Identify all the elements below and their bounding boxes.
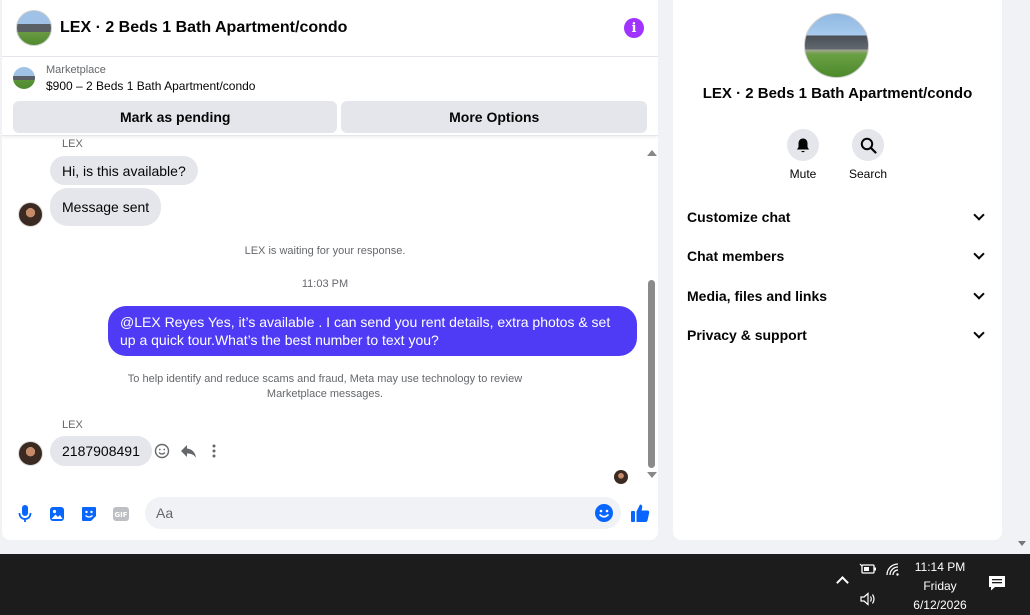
scroll-up-arrow[interactable] (647, 150, 657, 156)
mark-as-pending-button[interactable]: Mark as pending (13, 101, 338, 133)
more-icon[interactable] (205, 442, 223, 460)
customize-chat-row[interactable]: Customize chat (687, 205, 987, 229)
search-label: Search (848, 167, 888, 181)
message-bubble-outgoing[interactable]: @LEX Reyes Yes, it’s available . I can s… (108, 306, 637, 356)
message-bubble-incoming[interactable]: 2187908491 (50, 436, 152, 466)
chat-details-panel: LEX · 2 Beds 1 Bath Apartment/condo Mute… (673, 0, 1002, 540)
listing-actions: Mark as pending More Options (2, 99, 658, 136)
chevron-down-icon (973, 209, 985, 221)
message-timestamp: 11:03 PM (301, 278, 349, 290)
waiting-notice: LEX is waiting for your response. (244, 245, 406, 257)
sender-avatar[interactable] (18, 202, 43, 227)
message-input-wrapper (145, 497, 621, 529)
sticker-icon[interactable] (78, 503, 100, 525)
sender-avatar[interactable] (18, 441, 43, 466)
message-bubble-incoming[interactable]: Message sent (50, 188, 162, 226)
scam-notice-line-2: Marketplace messages. (266, 388, 384, 400)
battery-icon[interactable] (859, 562, 877, 576)
listing-summary[interactable]: Marketplace $900 – 2 Beds 1 Bath Apartme… (2, 57, 658, 99)
clock-date: 6/12/2026 (913, 598, 967, 612)
search-button[interactable]: Search (838, 129, 898, 181)
chat-title[interactable]: LEX · 2 Beds 1 Bath Apartment/condo (60, 19, 624, 37)
mute-button[interactable]: Mute (773, 129, 833, 181)
mute-label: Mute (789, 167, 817, 181)
message-tools (153, 442, 223, 460)
notification-center-icon[interactable] (988, 575, 1006, 591)
chevron-down-icon (973, 248, 985, 260)
react-emoji-icon[interactable] (153, 442, 171, 460)
svg-text:GIF: GIF (114, 511, 127, 519)
chat-header: LEX · 2 Beds 1 Bath Apartment/condo i (2, 0, 658, 57)
listing-label: Marketplace (46, 63, 106, 76)
photo-icon[interactable] (46, 503, 68, 525)
listing-avatar[interactable] (16, 10, 52, 46)
listing-photo[interactable] (804, 13, 869, 78)
privacy-support-row[interactable]: Privacy & support (687, 323, 987, 347)
media-files-links-row[interactable]: Media, files and links (687, 284, 987, 308)
chat-members-row[interactable]: Chat members (687, 244, 987, 268)
scroll-thumb[interactable] (648, 280, 655, 468)
message-input[interactable] (145, 505, 594, 521)
volume-icon[interactable] (859, 592, 877, 606)
gif-icon[interactable]: GIF (110, 503, 132, 525)
section-label: Media, files and links (687, 288, 828, 304)
bell-icon (797, 138, 809, 152)
thumbs-up-icon[interactable] (629, 502, 651, 524)
search-icon (860, 137, 877, 154)
system-clock[interactable]: 11:14 PM Friday 6/12/2026 (906, 558, 974, 615)
microphone-icon[interactable] (14, 503, 36, 525)
clock-day: Friday (923, 579, 957, 593)
sender-name: LEX (62, 138, 83, 150)
page-scroll-down-arrow[interactable] (1018, 541, 1026, 546)
section-label: Customize chat (687, 209, 791, 225)
message-bubble-incoming[interactable]: Hi, is this available? (50, 156, 198, 185)
composer-bar: GIF (2, 494, 658, 534)
listing-price-title: $900 – 2 Beds 1 Bath Apartment/condo (46, 78, 256, 93)
sender-name: LEX (62, 419, 83, 431)
message-list: LEX Hi, is this available? Message sent … (2, 138, 658, 486)
chevron-down-icon (973, 327, 985, 339)
clock-time: 11:14 PM (914, 560, 966, 574)
seen-indicator-avatar (614, 470, 628, 484)
info-icon[interactable]: i (624, 18, 644, 38)
reply-icon[interactable] (179, 442, 197, 460)
scroll-down-arrow[interactable] (647, 472, 657, 478)
chat-panel: LEX · 2 Beds 1 Bath Apartment/condo i Ma… (2, 0, 658, 540)
section-label: Chat members (687, 248, 785, 264)
scam-notice-line-1: To help identify and reduce scams and fr… (127, 373, 523, 385)
message-scrollbar[interactable] (646, 146, 658, 486)
network-icon[interactable] (885, 562, 903, 576)
emoji-icon[interactable] (594, 503, 614, 523)
section-label: Privacy & support (687, 327, 807, 343)
details-title: LEX · 2 Beds 1 Bath Apartment/condo (702, 85, 973, 102)
listing-thumbnail (13, 67, 35, 89)
more-options-button[interactable]: More Options (341, 101, 647, 133)
chevron-down-icon (973, 288, 985, 300)
